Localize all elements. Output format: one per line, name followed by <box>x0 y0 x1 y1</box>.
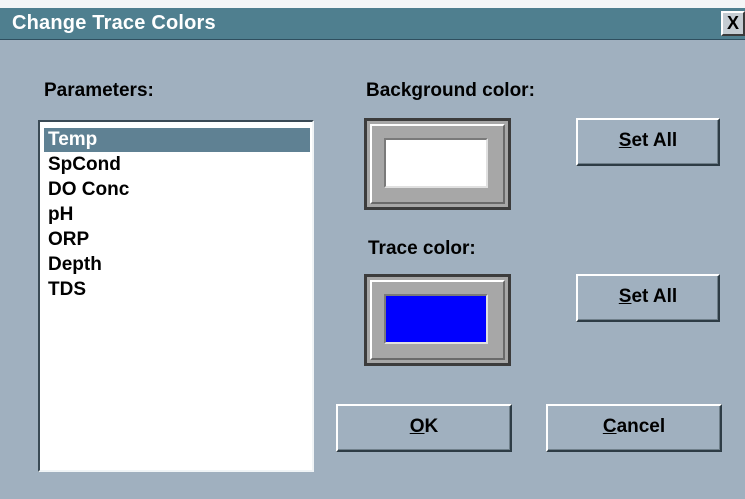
trace-color-label: Trace color: <box>368 238 476 259</box>
parameters-label: Parameters: <box>44 80 154 101</box>
background-color-button[interactable] <box>364 118 511 210</box>
trace-color-swatch <box>384 294 488 344</box>
list-item-ph[interactable]: pH <box>44 203 310 227</box>
ok-mnemonic: O <box>409 416 425 437</box>
trace-color-button[interactable] <box>364 274 511 366</box>
ok-button[interactable]: OK <box>336 404 512 452</box>
list-item-do-conc[interactable]: DO Conc <box>44 178 310 202</box>
list-item-depth[interactable]: Depth <box>44 253 310 277</box>
parameters-listbox[interactable]: Temp SpCond DO Conc pH ORP Depth TDS <box>38 120 314 472</box>
background-color-label: Background color: <box>366 80 535 101</box>
list-item-tds[interactable]: TDS <box>44 278 310 302</box>
background-set-all-button[interactable]: Set All <box>576 118 720 166</box>
trace-set-all-button[interactable]: Set All <box>576 274 720 322</box>
cancel-button[interactable]: Cancel <box>546 404 722 452</box>
close-icon: X <box>726 13 739 33</box>
dialog-title: Change Trace Colors <box>12 12 216 34</box>
close-button[interactable]: X <box>721 11 745 36</box>
cancel-label: ancel <box>616 416 666 437</box>
list-item-orp[interactable]: ORP <box>44 228 310 252</box>
ok-label: K <box>424 416 439 437</box>
background-set-all-label: et All <box>631 130 678 151</box>
title-bar[interactable]: Change Trace Colors X <box>0 0 745 40</box>
list-item-spcond[interactable]: SpCond <box>44 153 310 177</box>
background-color-swatch <box>384 138 488 188</box>
trace-set-all-label: et All <box>631 286 678 307</box>
trace-set-all-mnemonic: S <box>618 286 632 307</box>
background-set-all-mnemonic: S <box>618 130 632 151</box>
list-item-temp[interactable]: Temp <box>44 128 310 152</box>
change-trace-colors-dialog: Change Trace Colors X Parameters: Temp S… <box>0 0 745 499</box>
cancel-mnemonic: C <box>602 416 617 437</box>
